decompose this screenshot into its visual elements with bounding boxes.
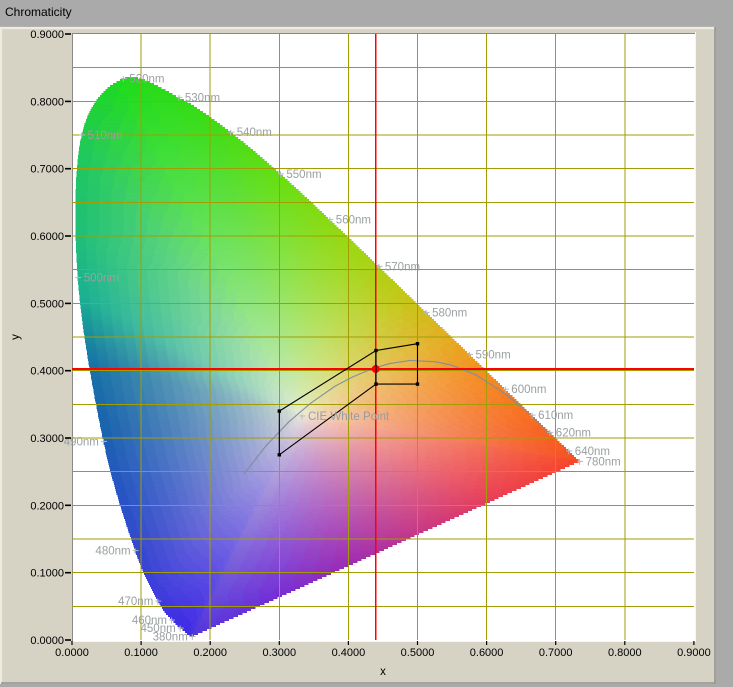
svg-text:Chromaticity: Chromaticity — [5, 5, 72, 19]
